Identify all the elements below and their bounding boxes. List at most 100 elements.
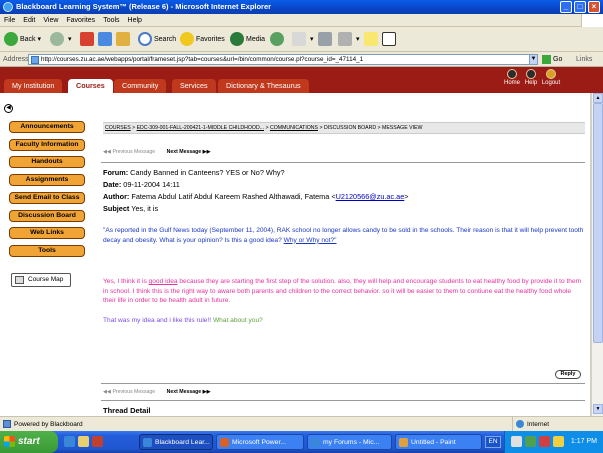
why-or-why-not-link[interactable]: Why or Why not?" — [284, 237, 337, 244]
address-input[interactable]: http://courses.zu.ac.ae/webapps/portal/f… — [28, 54, 538, 65]
nav-announcements[interactable]: Announcements — [9, 121, 85, 133]
tray-icon[interactable] — [539, 436, 550, 447]
window-title-bar[interactable]: Blackboard Learning System™ (Release 6) … — [0, 0, 603, 14]
nav-tools[interactable]: Tools — [9, 245, 85, 257]
search-icon — [138, 32, 152, 47]
tab-community[interactable]: Community — [114, 79, 167, 93]
breadcrumb-courses[interactable]: COURSES — [105, 125, 131, 131]
date-line: Date: 09-11-2004 14:11 — [103, 180, 180, 189]
edit-button[interactable]: ▾ — [338, 31, 359, 48]
window-title: Blackboard Learning System™ (Release 6) … — [16, 2, 272, 11]
address-dropdown-button[interactable]: ▼ — [529, 54, 538, 65]
home-button[interactable] — [116, 31, 132, 48]
nav-faculty-information[interactable]: Faculty Information — [9, 139, 85, 151]
stop-icon — [80, 32, 94, 47]
clock[interactable]: 1:17 PM — [571, 431, 597, 453]
nav-discussion-board[interactable]: Discussion Board — [9, 210, 85, 222]
good-idea-link[interactable]: good idea — [149, 278, 178, 285]
nav-assignments[interactable]: Assignments — [9, 174, 85, 186]
ie-quicklaunch-icon[interactable] — [64, 436, 75, 447]
nav-send-email[interactable]: Send Email to Class — [9, 192, 85, 204]
reply-button[interactable]: Reply — [555, 370, 581, 379]
tray-icon[interactable] — [525, 436, 536, 447]
lock-icon — [546, 69, 556, 79]
start-button[interactable]: start — [0, 431, 58, 453]
tab-services[interactable]: Services — [172, 79, 216, 93]
forward-arrow-icon — [50, 32, 64, 47]
task-blackboard[interactable]: Blackboard Lear... — [139, 434, 213, 450]
nav-handouts[interactable]: Handouts — [9, 156, 85, 168]
media-button[interactable]: Media — [230, 31, 265, 48]
ie-icon — [143, 438, 152, 447]
forward-button[interactable]: ▾ — [50, 31, 71, 48]
window-icon — [382, 32, 396, 47]
tray-icon[interactable] — [553, 436, 564, 447]
search-button[interactable]: Search — [138, 31, 176, 48]
history-button[interactable] — [270, 31, 286, 48]
divider — [101, 383, 585, 384]
print-button[interactable] — [318, 31, 334, 48]
menu-file[interactable]: File — [0, 14, 19, 27]
refresh-button[interactable] — [98, 31, 114, 48]
back-button[interactable]: Back ▾ — [4, 31, 41, 48]
author-line: Author: Fatema Abdul Latif Abdul Kareem … — [103, 192, 409, 201]
breadcrumb-course[interactable]: EDC-309-001-FALL-200421-1-MIDDLE CHILDHO… — [137, 125, 264, 131]
windows-flag-icon — [4, 436, 15, 447]
previous-message-link[interactable]: ◀◀ Previous Message — [103, 389, 155, 395]
home-icon — [116, 32, 130, 47]
scroll-up-icon[interactable]: ▲ — [593, 93, 603, 103]
stop-button[interactable] — [80, 31, 96, 48]
quoted-question: "As reported in the Gulf News today (Sep… — [103, 227, 584, 244]
taskbar: start Blackboard Lear... Microsoft Power… — [0, 431, 603, 453]
minimize-button[interactable]: _ — [560, 1, 572, 13]
nav-web-links[interactable]: Web Links — [9, 227, 85, 239]
blackboard-header: My Institution Courses Community Service… — [0, 67, 603, 93]
author-email-link[interactable]: U2120566@zu.ac.ae — [336, 192, 405, 201]
scroll-down-icon[interactable]: ▼ — [593, 404, 603, 414]
collapse-menu-button[interactable]: ◀ — [4, 104, 13, 113]
back-arrow-icon — [4, 32, 18, 47]
go-arrow-icon — [542, 54, 551, 64]
task-forums[interactable]: my Forums - Mic... — [307, 434, 392, 450]
course-map-button[interactable]: Course Map — [11, 273, 71, 287]
favorites-button[interactable]: Favorites — [180, 31, 225, 48]
logout-link[interactable]: Logout — [538, 69, 564, 86]
ie-icon — [311, 438, 320, 447]
next-message-link[interactable]: Next Message ▶▶ — [167, 149, 211, 155]
task-paint[interactable]: Untitled - Paint — [395, 434, 482, 450]
go-button[interactable]: Go — [542, 54, 562, 65]
vertical-scrollbar[interactable]: ▲ ▼ — [591, 93, 603, 416]
messenger-button[interactable] — [382, 31, 398, 48]
mail-button[interactable]: ▾ — [292, 31, 313, 48]
menu-help[interactable]: Help — [124, 14, 146, 27]
menu-tools[interactable]: Tools — [99, 14, 123, 27]
print-icon — [318, 32, 332, 47]
menu-view[interactable]: View — [39, 14, 62, 27]
next-message-link[interactable]: Next Message ▶▶ — [167, 389, 211, 395]
home-icon — [507, 69, 517, 79]
divider — [101, 162, 585, 163]
tab-courses[interactable]: Courses — [68, 79, 113, 93]
discuss-button[interactable] — [364, 31, 380, 48]
folder-quicklaunch-icon[interactable] — [78, 436, 89, 447]
tab-my-institution[interactable]: My Institution — [4, 79, 63, 93]
close-button[interactable]: × — [588, 1, 600, 13]
language-indicator[interactable]: EN — [485, 436, 501, 448]
scroll-thumb[interactable] — [593, 103, 603, 343]
menu-favorites[interactable]: Favorites — [62, 14, 99, 27]
breadcrumb-current: DISCUSSION BOARD > MESSAGE VIEW — [323, 125, 423, 131]
tray-icon[interactable] — [511, 436, 522, 447]
media-quicklaunch-icon[interactable] — [92, 436, 103, 447]
menu-edit[interactable]: Edit — [19, 14, 39, 27]
task-powerpoint[interactable]: Microsoft Power... — [216, 434, 304, 450]
globe-icon — [516, 420, 524, 428]
page-icon — [31, 56, 39, 64]
links-button[interactable]: Links — [576, 54, 592, 65]
star-icon — [180, 32, 194, 47]
maximize-button[interactable]: □ — [574, 1, 586, 13]
system-tray: 1:17 PM — [504, 431, 603, 453]
tab-dictionary-thesaurus[interactable]: Dictionary & Thesaurus — [218, 79, 309, 93]
previous-message-link[interactable]: ◀◀ Previous Message — [103, 149, 155, 155]
breadcrumb-communications[interactable]: COMMUNICATIONS — [270, 125, 318, 131]
map-icon — [15, 276, 24, 284]
